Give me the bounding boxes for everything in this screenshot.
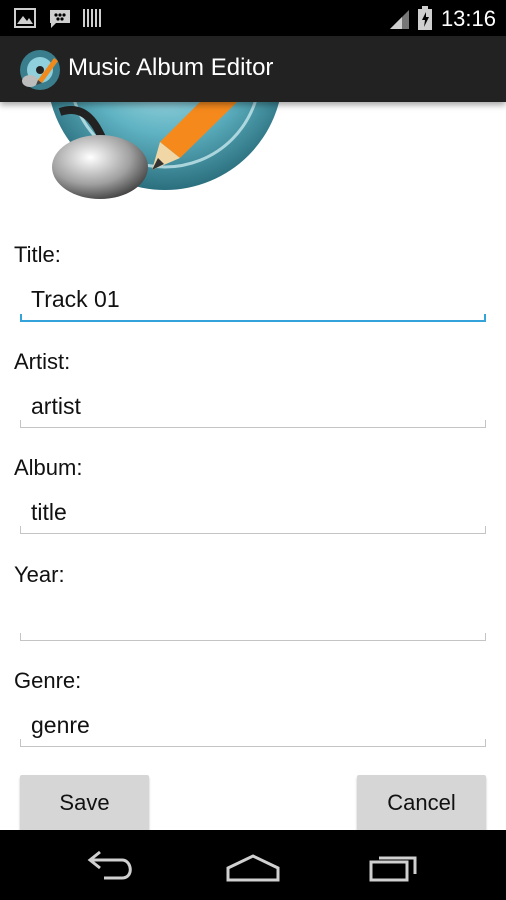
gallery-icon	[14, 8, 36, 28]
artist-label: Artist:	[14, 349, 71, 374]
genre-label: Genre:	[14, 668, 82, 693]
status-time: 13:16	[440, 6, 496, 31]
album-input-underline	[20, 526, 486, 534]
cancel-button[interactable]: Cancel	[357, 775, 486, 830]
bbm-icon	[50, 10, 70, 28]
save-button[interactable]: Save	[20, 775, 149, 830]
title-label: Title:	[14, 242, 61, 267]
music-edit-icon[interactable]	[18, 48, 62, 92]
title-input-underline	[20, 314, 486, 322]
app-title: Music Album Editor	[68, 54, 274, 81]
album-label: Album:	[14, 455, 83, 480]
action-bar: Music Album Editor	[0, 36, 506, 102]
editor-form: Title: Artist: Album: Year: Genre: Save …	[0, 102, 506, 830]
barcode-icon	[83, 9, 101, 27]
album-art-image	[50, 102, 280, 199]
title-input[interactable]	[20, 279, 486, 319]
battery-icon	[418, 6, 432, 30]
recents-icon[interactable]	[365, 846, 425, 886]
year-input-underline	[20, 633, 486, 641]
genre-input-underline	[20, 739, 486, 747]
home-icon[interactable]	[223, 846, 283, 886]
signal-icon	[390, 10, 409, 29]
back-icon[interactable]	[82, 846, 142, 886]
year-label: Year:	[14, 562, 65, 587]
navigation-bar	[0, 830, 506, 900]
artist-input-underline	[20, 420, 486, 428]
status-bar: 13:16	[0, 0, 506, 36]
